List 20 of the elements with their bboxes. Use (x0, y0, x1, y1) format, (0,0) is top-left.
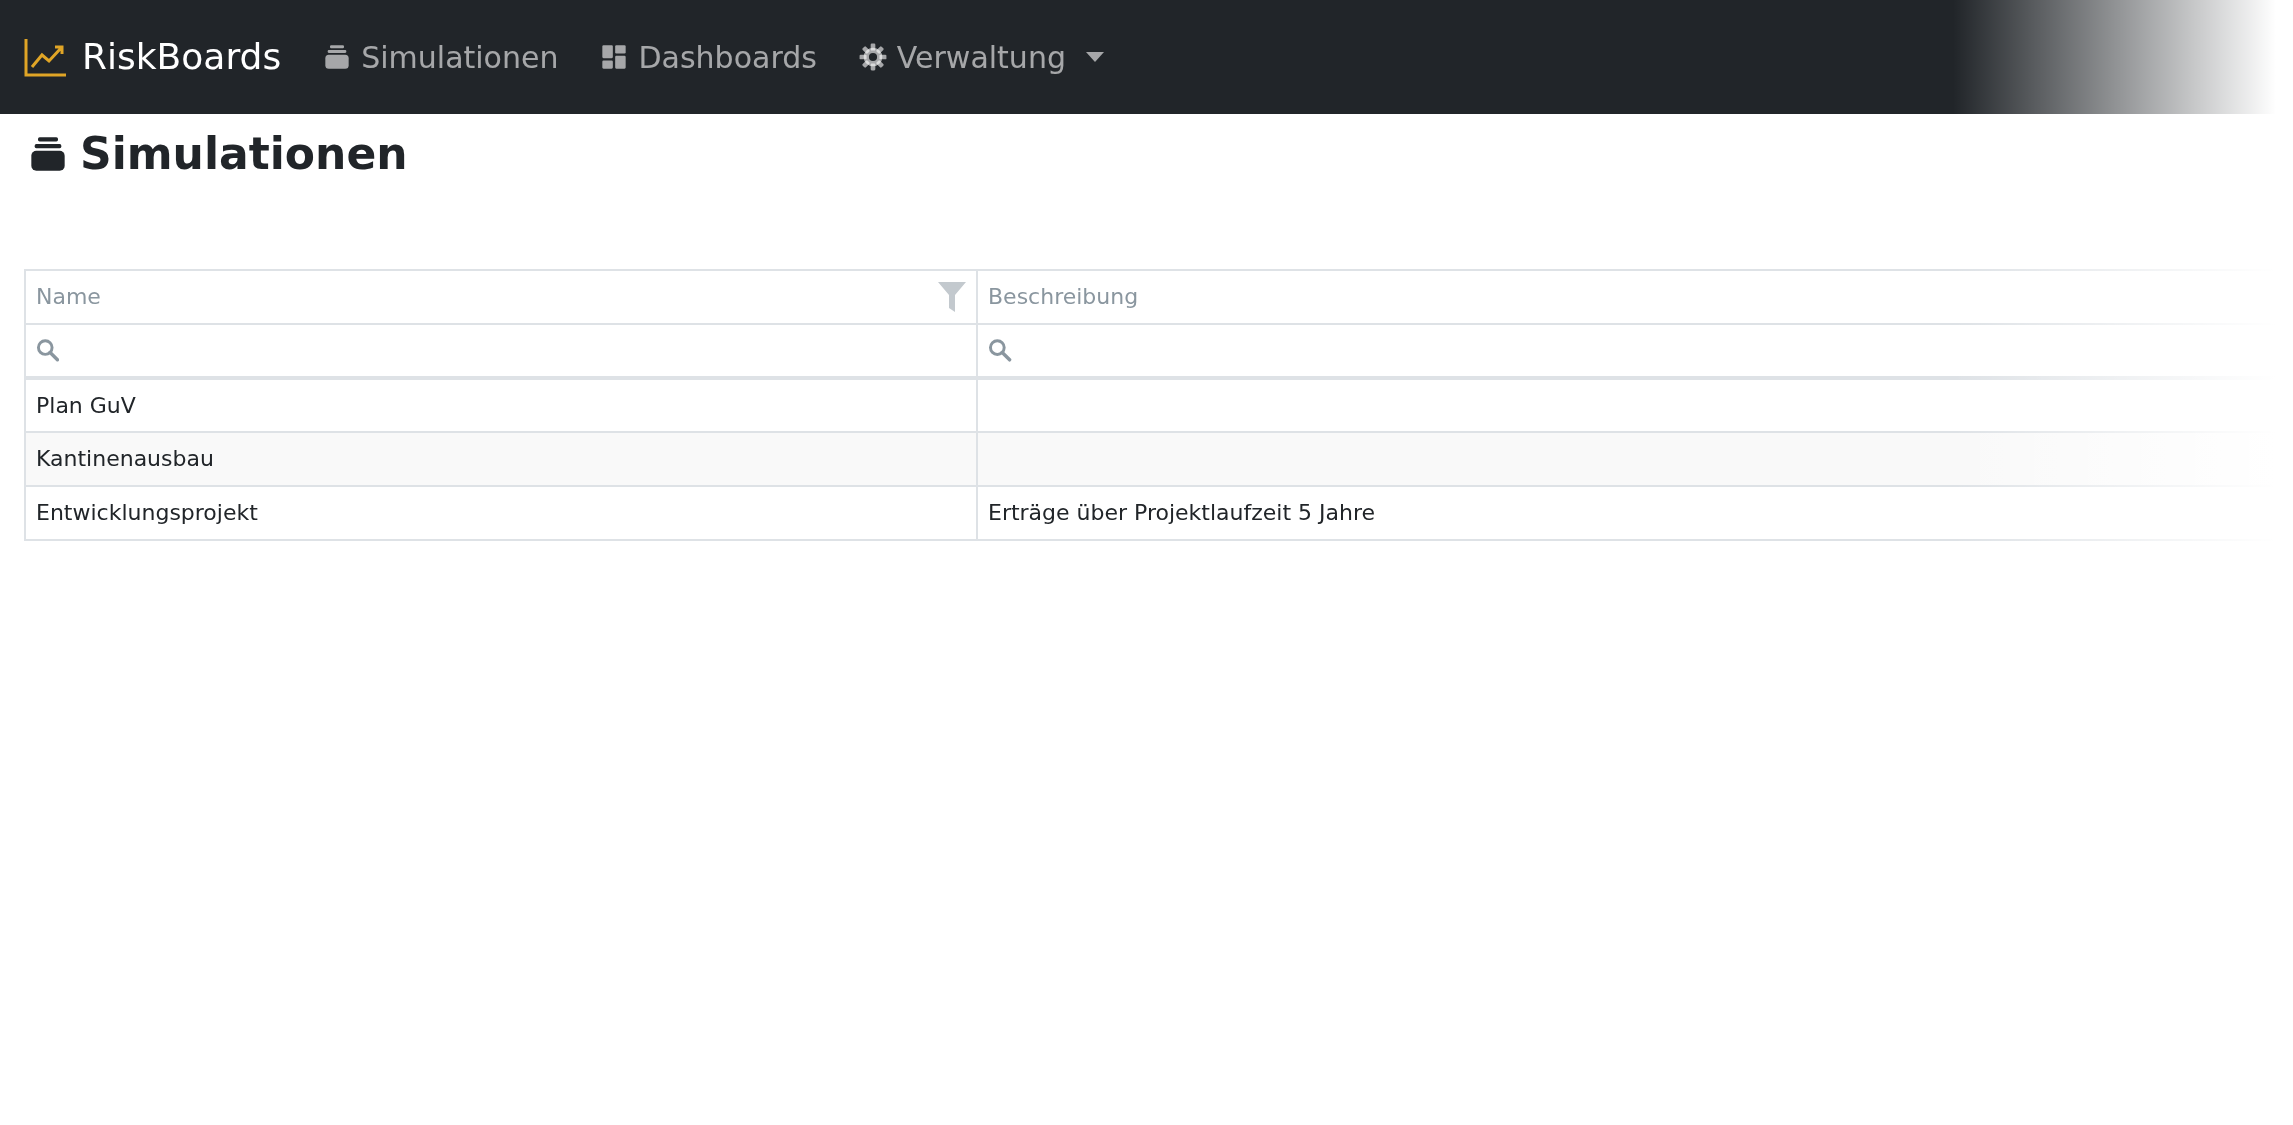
table-cell: Entwicklungsprojekt (36, 500, 258, 526)
caret-icon (1085, 52, 1104, 62)
table-cell: Plan GuV (36, 392, 136, 418)
chart-icon (24, 37, 68, 77)
search-field[interactable] (25, 323, 977, 378)
column-label: Name (36, 283, 101, 312)
page-title: Simulationen (80, 128, 408, 181)
nav-link[interactable]: Simulationen (323, 34, 559, 80)
search-icon (36, 338, 60, 363)
brand-link[interactable]: RiskBoards (24, 30, 282, 84)
dashboard-icon (600, 43, 629, 71)
search-icon (988, 338, 1012, 363)
table-cell: Erträge über Projektlaufzeit 5 Jahre (988, 500, 1376, 526)
nav-link[interactable]: Dashboards (600, 34, 817, 80)
filter-icon[interactable] (938, 281, 966, 312)
table-cell: Kantinenausbau (36, 446, 214, 472)
column-label: Beschreibung (988, 283, 1139, 312)
gear-icon (858, 43, 887, 71)
dropdown-toggle-menu[interactable]: Verwaltung (858, 34, 1104, 80)
stack-icon (323, 43, 352, 71)
